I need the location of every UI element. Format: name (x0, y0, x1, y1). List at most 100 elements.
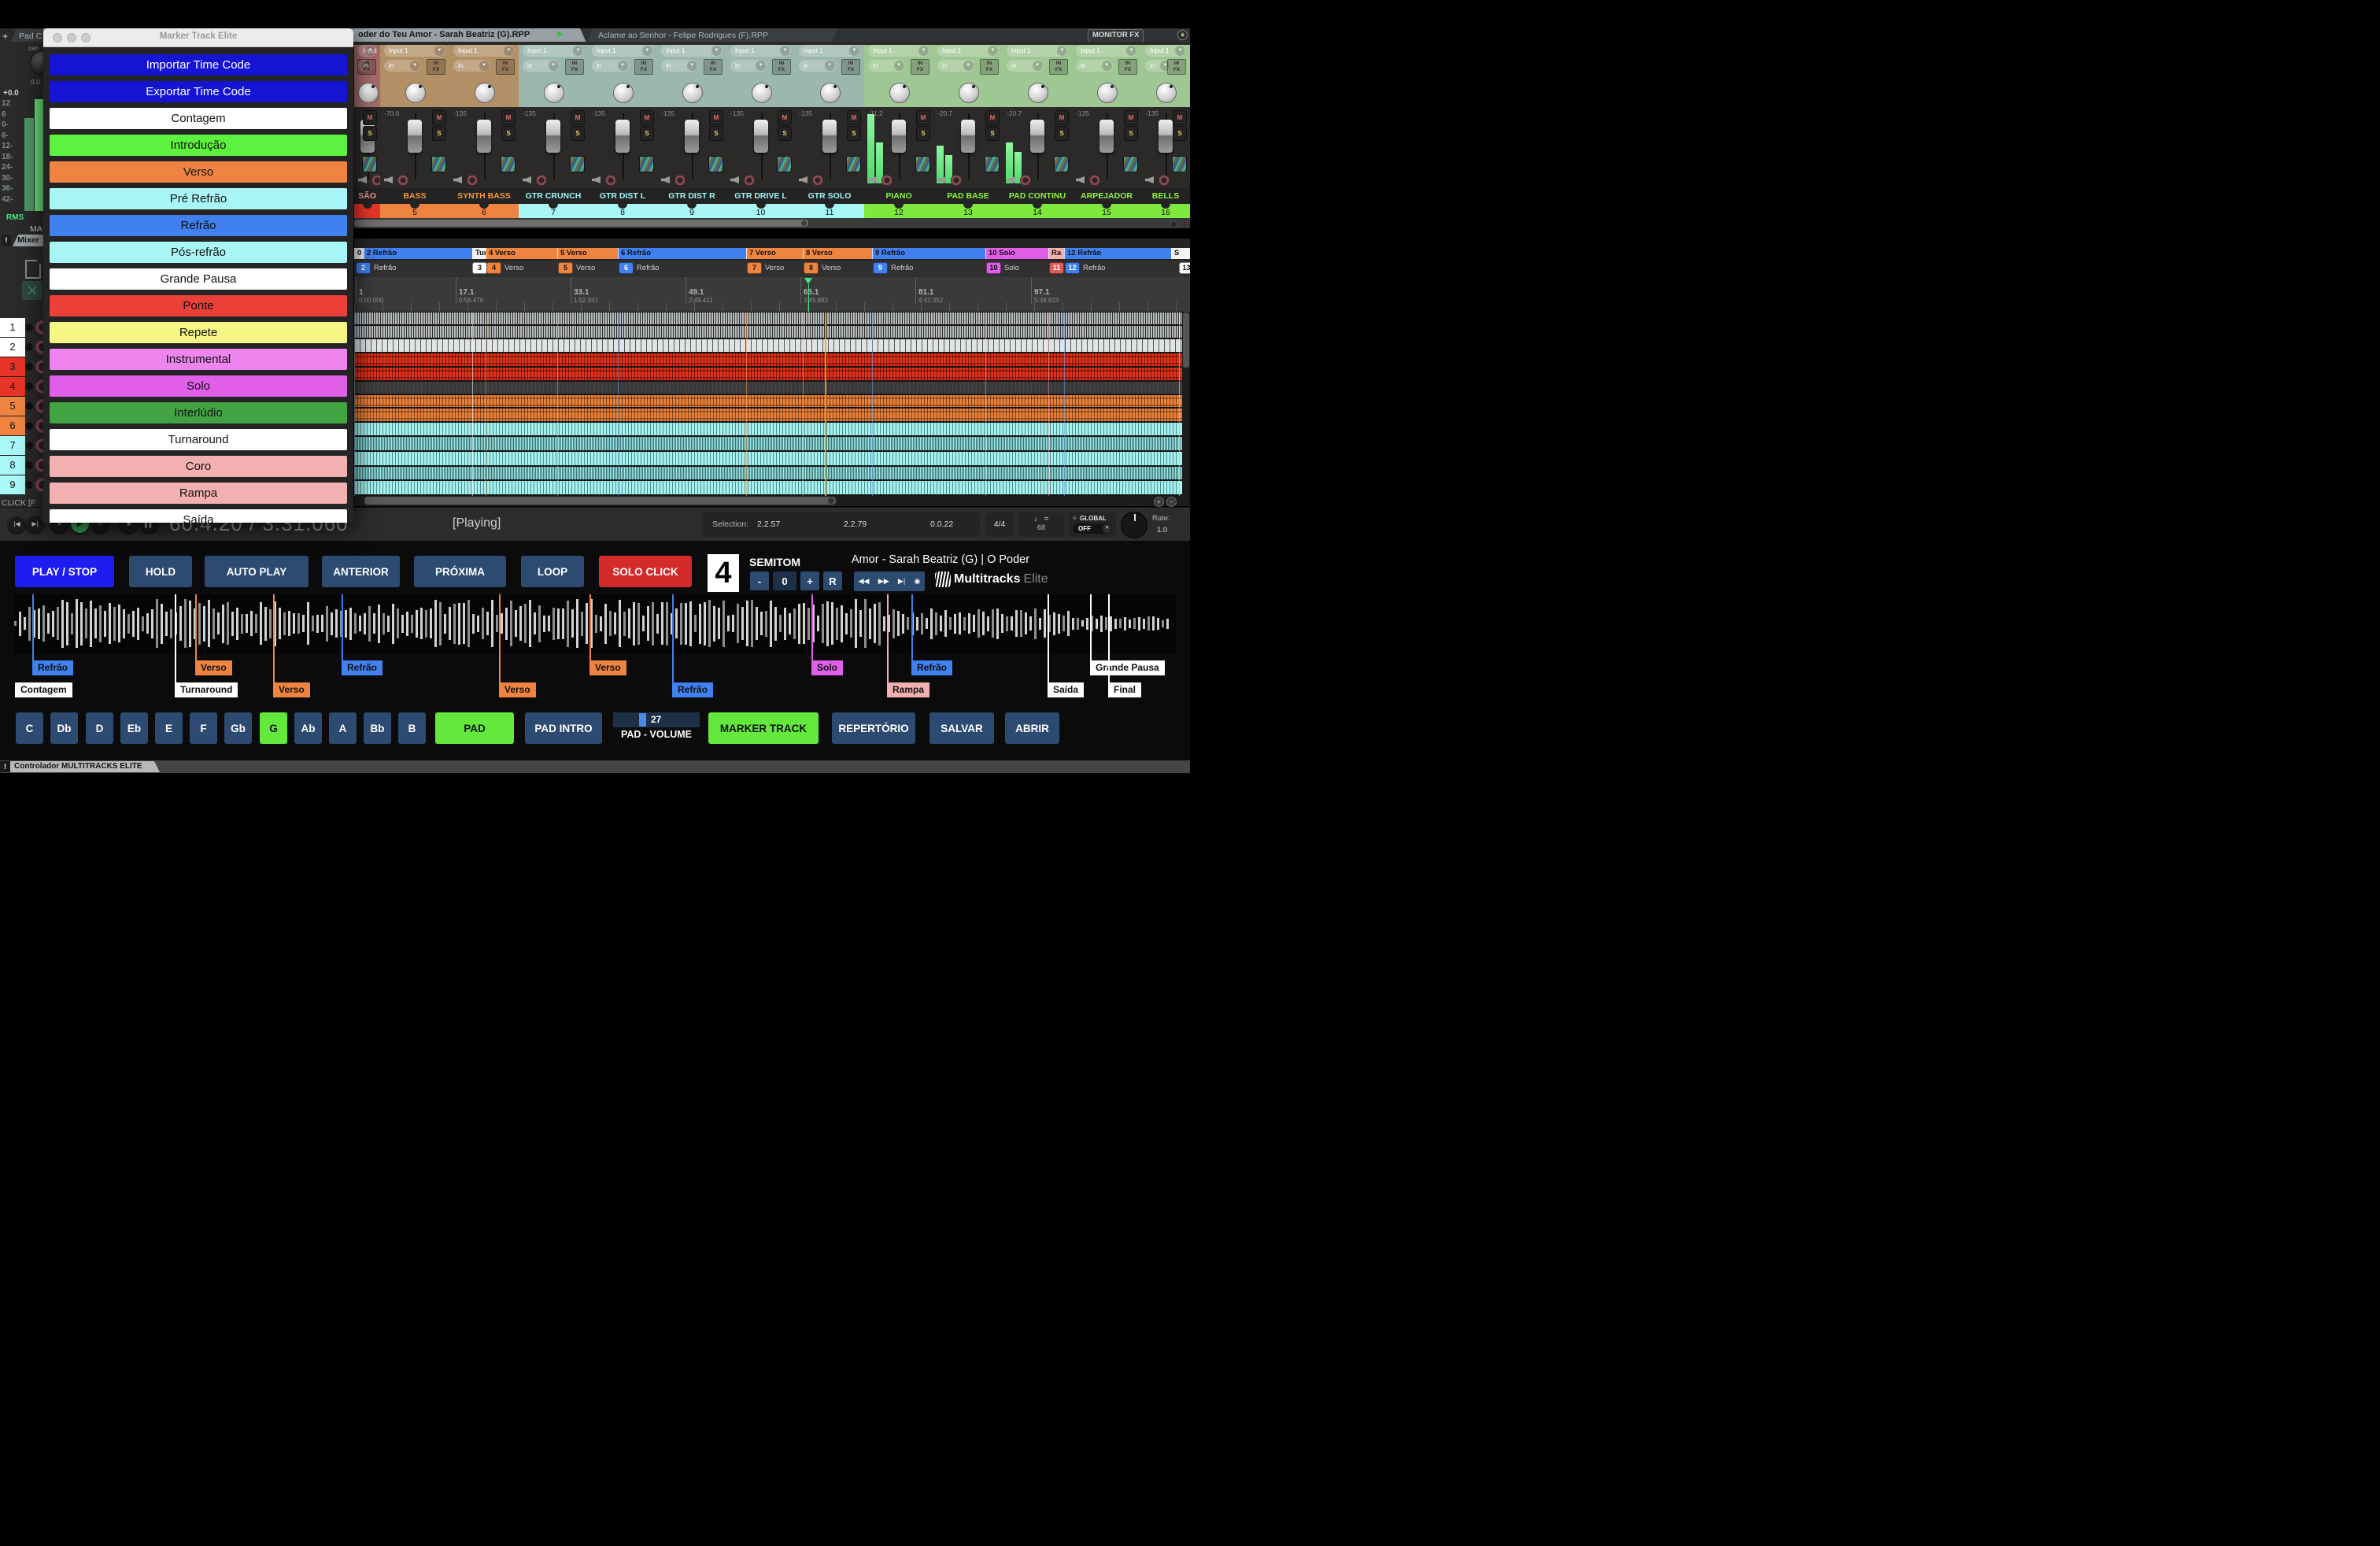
solo-button[interactable]: S (571, 126, 585, 141)
playrate-knob[interactable] (1121, 512, 1148, 538)
add-tab-button[interactable]: + (2, 31, 8, 42)
marker-section-button[interactable]: Solo (50, 375, 347, 397)
mute-button[interactable]: M (1055, 110, 1069, 125)
key-button[interactable]: MARKER TRACK (708, 712, 819, 744)
selection-end[interactable]: 2.2.79 (844, 520, 867, 529)
mixer-hscroll-thumb[interactable] (354, 220, 808, 227)
track-lane[interactable] (354, 437, 1182, 452)
track-row[interactable]: 3 (0, 357, 43, 377)
chevron-down-icon[interactable]: ▼ (711, 46, 722, 56)
marker[interactable]: 12 Refrão (1065, 262, 1106, 273)
overview-marker-label[interactable]: Refrão (32, 660, 73, 675)
semitone-button[interactable]: + (800, 571, 819, 590)
solo-button[interactable]: S (1055, 126, 1069, 141)
in-select[interactable]: in▼ (592, 60, 629, 72)
overview-marker-label[interactable]: Turnaround (175, 682, 238, 697)
strip-number-bar[interactable]: 6 (449, 204, 519, 218)
input-fx-button[interactable]: INFX (634, 59, 653, 75)
in-select[interactable]: in▼ (1007, 60, 1044, 72)
pan-knob[interactable] (1028, 83, 1048, 103)
overview-marker-label[interactable]: Verso (499, 682, 536, 697)
mute-button[interactable]: M (432, 110, 446, 125)
region-segment[interactable]: S (1171, 248, 1190, 259)
zoom-out-button[interactable]: − (1166, 497, 1177, 507)
volume-fader[interactable] (754, 120, 768, 153)
mute-button[interactable]: M (709, 110, 723, 125)
input-fx-button[interactable]: INFX (427, 59, 445, 75)
strip-number-bar[interactable] (354, 204, 380, 218)
marker-section-button[interactable]: Pós-refrão (50, 242, 347, 263)
chevron-down-icon[interactable]: ▼ (825, 61, 835, 71)
strip-number-bar[interactable]: 7 (519, 204, 588, 218)
global-mode-select[interactable]: OFF▼ (1073, 523, 1112, 534)
mixer-strip[interactable]: Input 1▼ in▼ INFX -20.7 M S (933, 42, 1003, 218)
key-button[interactable]: Gb (224, 712, 252, 744)
routing-button[interactable] (639, 156, 654, 172)
volume-fader[interactable] (408, 120, 422, 153)
key-button[interactable]: Ab (294, 712, 322, 744)
marker-track-elite-window[interactable]: Marker Track Elite Importar Time CodeExp… (43, 28, 353, 523)
volume-fader[interactable] (685, 120, 699, 153)
chevron-down-icon[interactable]: ▼ (618, 61, 628, 71)
input-fx-button[interactable]: INFX (1049, 59, 1068, 75)
track-lane[interactable] (354, 313, 1182, 326)
routing-button[interactable] (1172, 156, 1187, 172)
key-button[interactable]: PAD (435, 712, 514, 744)
key-button[interactable]: G (260, 712, 287, 744)
volume-fader[interactable] (477, 120, 491, 153)
in-select[interactable]: in▼ (799, 60, 836, 72)
monitor-fx-button[interactable]: MONITOR FX (1088, 29, 1144, 43)
marker-section-button[interactable]: Grande Pausa (50, 268, 347, 290)
marker[interactable]: 9 Refrão (873, 262, 914, 273)
mute-button[interactable]: M (985, 110, 1000, 125)
pan-knob[interactable] (613, 83, 634, 103)
pan-knob[interactable] (959, 83, 979, 103)
input-select[interactable]: Input 1▼ (1076, 45, 1137, 57)
input-select[interactable]: Input 1▼ (730, 45, 791, 57)
key-button[interactable]: F (190, 712, 217, 744)
input-select[interactable]: Input 1▼ (661, 45, 722, 57)
track-lane[interactable] (354, 409, 1182, 423)
mixer-strip[interactable]: Input 1▼ in▼ INFX M S (354, 42, 381, 218)
nav-icon[interactable]: ▶| (898, 577, 905, 586)
strip-number-bar[interactable]: 16 (1141, 204, 1190, 218)
chevron-down-icon[interactable]: ▼ (1033, 61, 1043, 71)
key-button[interactable]: SALVAR (929, 712, 994, 744)
volume-fader[interactable] (1099, 120, 1114, 153)
region-segment[interactable]: Tur (472, 248, 486, 259)
overview-marker-label[interactable]: Contagem (15, 682, 72, 697)
mixer-strip[interactable]: Input 1▼ in▼ INFX -135 M S (726, 42, 796, 218)
record-arm-button[interactable] (397, 175, 408, 186)
marker[interactable]: 7 Verso (747, 262, 784, 273)
input-select[interactable]: Input 1▼ (453, 45, 515, 57)
overview-marker-label[interactable]: Verso (195, 660, 232, 675)
chevron-down-icon[interactable]: ▼ (1057, 46, 1067, 56)
solo-button[interactable]: S (916, 126, 930, 141)
overview-marker-label[interactable]: Rampa (887, 682, 929, 697)
input-fx-button[interactable]: INFX (496, 59, 515, 75)
semitone-button[interactable]: R (823, 571, 842, 590)
chevron-down-icon[interactable]: ▼ (434, 46, 445, 56)
key-button[interactable]: Bb (364, 712, 391, 744)
track-row[interactable]: 1 (0, 318, 43, 338)
overview-marker-label[interactable]: Solo (811, 660, 843, 675)
region-segment[interactable]: 2 Refrão (364, 248, 472, 259)
key-button[interactable]: A (329, 712, 357, 744)
input-select[interactable]: Input 1▼ (937, 45, 999, 57)
routing-button[interactable] (985, 156, 1000, 172)
chevron-down-icon[interactable]: ▼ (642, 46, 652, 56)
strip-number-bar[interactable]: 12 (864, 204, 933, 218)
arrange-vscroll-thumb[interactable] (1183, 313, 1189, 368)
key-button[interactable]: PAD INTRO (525, 712, 602, 744)
mixer-scroll-end-icon[interactable] (1170, 220, 1177, 228)
marker-section-button[interactable]: Verso (50, 161, 347, 183)
track-lane[interactable] (354, 326, 1182, 339)
controller-button[interactable]: AUTO PLAY (205, 556, 309, 587)
routing-button[interactable] (501, 156, 516, 172)
track-row[interactable]: 8 (0, 456, 43, 475)
mixer-strip[interactable]: Input 1▼ in▼ INFX -135 M S (795, 42, 865, 218)
pan-knob[interactable] (1156, 83, 1177, 103)
controller-button[interactable]: ANTERIOR (322, 556, 400, 587)
key-button[interactable]: ABRIR (1005, 712, 1059, 744)
region-segment[interactable]: Ra (1048, 248, 1064, 259)
